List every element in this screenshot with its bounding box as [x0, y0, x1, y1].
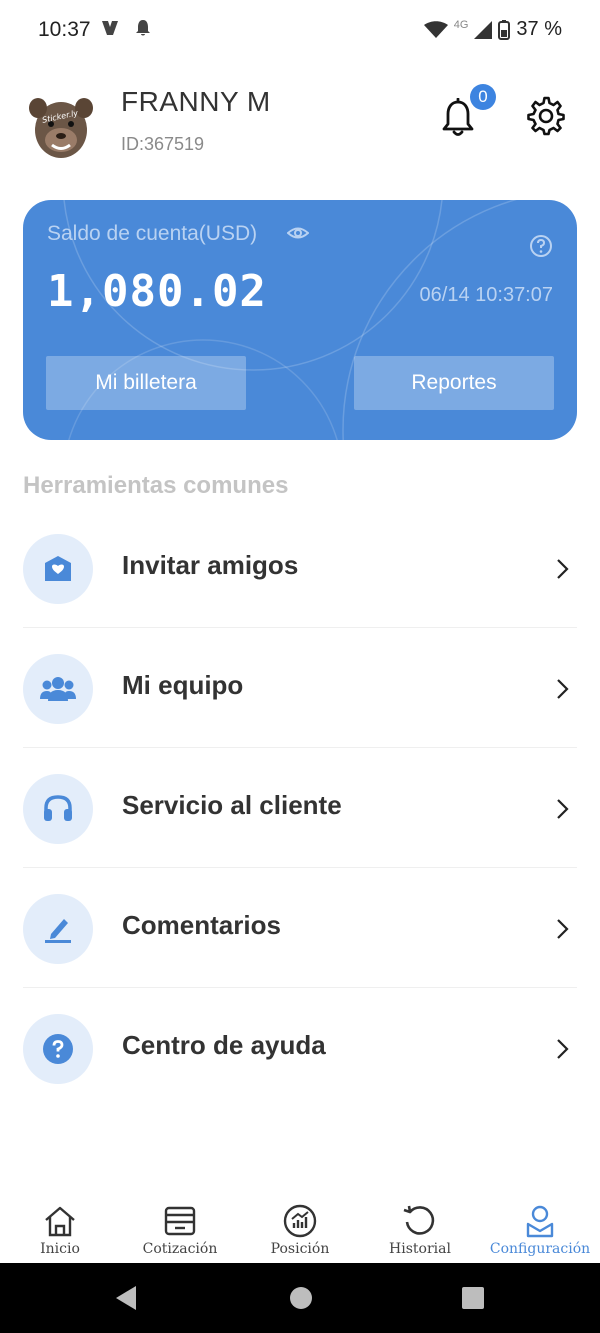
menu-item-label: Mi equipo — [122, 670, 244, 700]
chevron-right-icon — [557, 799, 569, 819]
quote-icon — [164, 1206, 196, 1236]
chevron-right-icon — [557, 679, 569, 699]
history-icon — [403, 1205, 435, 1235]
team-icon — [40, 677, 76, 701]
help-circle-icon[interactable] — [529, 234, 553, 258]
avatar[interactable]: Sticker.ly — [26, 92, 96, 162]
status-time: 10:37 — [38, 18, 91, 41]
bottom-tab-bar: Inicio Cotización Posición Historial Con… — [0, 1196, 600, 1262]
menu-item-invite-friends[interactable]: Invitar amigos — [0, 508, 600, 628]
app-notification-icon — [102, 21, 118, 35]
menu-item-label: Servicio al cliente — [122, 790, 342, 820]
balance-datetime: 06/14 10:37:07 — [419, 284, 553, 306]
tab-quote[interactable]: Cotización — [120, 1196, 240, 1262]
chevron-right-icon — [557, 1039, 569, 1059]
status-bar: 10:37 4G 37 % — [0, 0, 600, 60]
invite-icon — [45, 556, 71, 581]
balance-label: Saldo de cuenta(USD) — [47, 222, 258, 245]
profile-header: Sticker.ly FRANNY M ID:367519 0 — [0, 80, 600, 180]
tab-settings[interactable]: Configuración — [480, 1196, 600, 1262]
position-icon — [283, 1204, 317, 1238]
signal-icon — [474, 20, 493, 39]
menu-item-help-center[interactable]: Centro de ayuda — [0, 988, 600, 1108]
edit-icon — [45, 919, 71, 943]
menu-item-label: Centro de ayuda — [122, 1030, 326, 1060]
tools-list: Invitar amigos Mi equipo Servicio al cli… — [0, 508, 600, 1108]
chevron-right-icon — [557, 559, 569, 579]
battery-icon — [498, 19, 511, 40]
bell-status-icon — [136, 20, 150, 36]
user-name: FRANNY M — [121, 86, 271, 117]
recents-icon[interactable] — [461, 1285, 485, 1311]
chevron-right-icon — [557, 919, 569, 939]
reports-button[interactable]: Reportes — [354, 356, 554, 410]
tab-label: Cotización — [142, 1241, 218, 1257]
home-nav-icon[interactable] — [289, 1285, 313, 1311]
balance-card: Saldo de cuenta(USD) 1,080.02 06/14 10:3… — [23, 200, 577, 440]
menu-item-my-team[interactable]: Mi equipo — [0, 628, 600, 748]
wallet-button[interactable]: Mi billetera — [46, 356, 246, 410]
tab-label: Historial — [389, 1241, 451, 1257]
network-type: 4G — [453, 18, 469, 31]
tab-home[interactable]: Inicio — [0, 1196, 120, 1262]
menu-item-label: Comentarios — [122, 910, 281, 940]
help-icon — [43, 1034, 73, 1064]
gear-icon[interactable] — [526, 96, 566, 136]
tab-history[interactable]: Historial — [360, 1196, 480, 1262]
user-id: ID:367519 — [121, 134, 205, 154]
back-icon[interactable] — [114, 1285, 138, 1311]
settings-user-icon — [526, 1205, 554, 1238]
menu-item-label: Invitar amigos — [122, 550, 299, 580]
battery-percent: 37 % — [516, 18, 562, 40]
system-nav-bar — [0, 1263, 600, 1333]
tab-position[interactable]: Posición — [240, 1196, 360, 1262]
notification-bell-icon[interactable] — [440, 98, 476, 138]
section-title: Herramientas comunes — [23, 472, 289, 499]
eye-icon[interactable] — [287, 224, 309, 242]
home-icon — [45, 1206, 75, 1237]
tab-label: Inicio — [40, 1241, 80, 1257]
notification-badge: 0 — [470, 84, 496, 110]
tab-label: Configuración — [489, 1241, 591, 1257]
balance-amount: 1,080.02 — [47, 266, 267, 317]
menu-item-customer-service[interactable]: Servicio al cliente — [0, 748, 600, 868]
menu-item-comments[interactable]: Comentarios — [0, 868, 600, 988]
tab-label: Posición — [270, 1241, 330, 1257]
wifi-icon — [423, 20, 448, 38]
headset-icon — [44, 795, 72, 821]
